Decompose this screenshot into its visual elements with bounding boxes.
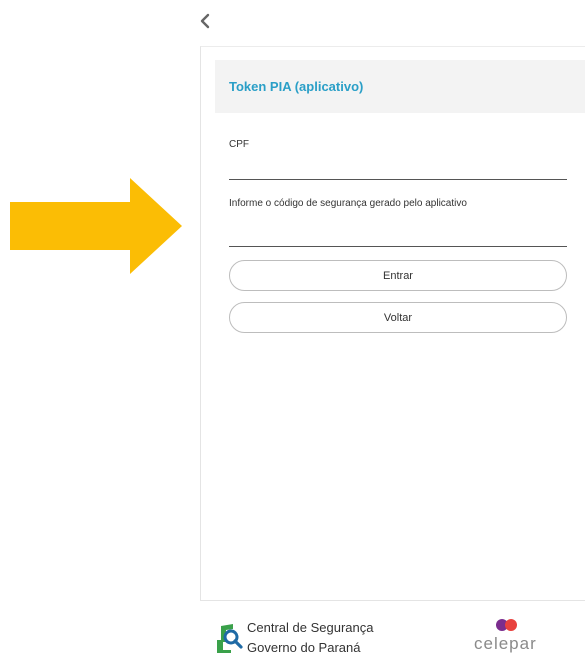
security-code-label: Informe o código de segurança gerado pel…	[229, 198, 467, 209]
celepar-dots-icon	[496, 619, 517, 631]
page: Token PIA (aplicativo) CPF Informe o cód…	[0, 0, 585, 653]
login-panel: Token PIA (aplicativo) CPF Informe o cód…	[200, 46, 585, 601]
arrow-right-icon	[10, 178, 182, 274]
cpf-input[interactable]	[229, 157, 567, 180]
footer-org-line2: Governo do Paraná	[247, 640, 361, 653]
cpf-label: CPF	[229, 139, 249, 150]
entrar-button-label: Entrar	[383, 269, 413, 282]
celepar-brand-name: celepar	[474, 634, 537, 653]
footer-org-line1: Central de Segurança	[247, 620, 374, 635]
security-code-input[interactable]	[229, 224, 567, 247]
voltar-button[interactable]: Voltar	[229, 302, 567, 333]
chevron-left-icon[interactable]	[197, 12, 215, 30]
entrar-button[interactable]: Entrar	[229, 260, 567, 291]
magnifier-shield-logo-icon	[217, 624, 243, 653]
voltar-button-label: Voltar	[383, 311, 413, 324]
panel-title: Token PIA (aplicativo)	[229, 79, 364, 94]
panel-header: Token PIA (aplicativo)	[215, 60, 585, 113]
